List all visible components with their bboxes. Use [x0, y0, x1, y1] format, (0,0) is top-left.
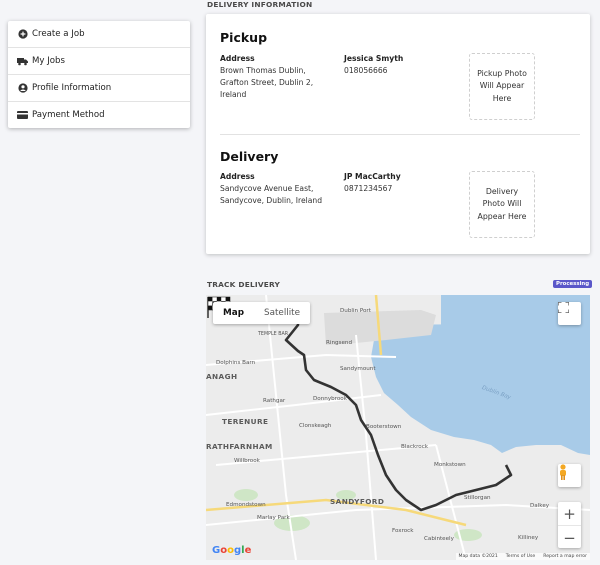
delivery-photo-placeholder: Delivery Photo Will Appear Here — [469, 171, 535, 238]
map-type-toggle: Map Satellite — [213, 302, 311, 324]
map-label-ringsend: Ringsend — [326, 340, 352, 346]
map-label-blackrock: Blackrock — [401, 444, 429, 450]
delivery-heading: Delivery — [220, 149, 279, 164]
map-label-temple-bar: TEMPLE BAR — [258, 332, 289, 337]
sidebar-item-my-jobs[interactable]: My Jobs — [8, 48, 190, 75]
zoom-controls: + − — [558, 502, 581, 548]
delivery-information-title: DELIVERY INFORMATION — [207, 0, 313, 9]
fullscreen-button[interactable] — [558, 302, 581, 325]
zoom-out-button[interactable]: − — [558, 526, 581, 549]
map-label-booterstown: Booterstown — [366, 424, 402, 430]
map-label-terenure: TERENURE — [222, 417, 269, 426]
tracking-map[interactable]: Dublin Port Ringsend Sandymount Dolphins… — [206, 295, 590, 560]
sidebar-item-label: Profile Information — [32, 83, 112, 93]
map-type-map-button[interactable]: Map — [213, 302, 254, 324]
sidebar-menu: Create a Job My Jobs Profile Information… — [8, 21, 190, 128]
map-label-willbrook: Willbrook — [234, 458, 260, 464]
map-label-ranelagh: ANAGH — [206, 372, 238, 381]
terms-of-use-link[interactable]: Terms of Use — [506, 554, 535, 559]
truck-icon — [17, 56, 28, 67]
delivery-information-card: Pickup Address Brown Thomas Dublin, Graf… — [206, 14, 590, 254]
pickup-heading: Pickup — [220, 30, 268, 45]
map-label-sandymount: Sandymount — [340, 366, 376, 372]
track-delivery-title: TRACK DELIVERY — [207, 280, 281, 289]
map-type-satellite-button[interactable]: Satellite — [254, 302, 310, 324]
pegman-icon — [560, 464, 566, 480]
report-map-error-link[interactable]: Report a map error — [543, 554, 587, 559]
map-label-dolphins-barn: Dolphins Barn — [216, 360, 256, 366]
section-divider — [220, 134, 580, 135]
map-label-foxrock: Foxrock — [392, 528, 414, 534]
map-label-cabinteely: Cabinteely — [424, 536, 454, 542]
credit-card-icon — [17, 110, 28, 121]
delivery-address: Sandycove Avenue East, Sandycove, Dublin… — [220, 184, 323, 205]
user-circle-icon — [17, 83, 28, 94]
sidebar-item-label: My Jobs — [32, 56, 65, 66]
plus-circle-icon — [17, 29, 28, 40]
map-label-edmondstown: Edmondstown — [226, 502, 266, 508]
map-label-marlay-park: Marlay Park — [257, 515, 290, 521]
pickup-contact-name: Jessica Smyth — [344, 54, 404, 63]
delivery-contact-phone: 0871234567 — [344, 184, 393, 193]
fullscreen-icon — [558, 302, 569, 313]
sidebar-item-create-job[interactable]: Create a Job — [8, 21, 190, 48]
sidebar-item-label: Create a Job — [32, 29, 85, 39]
delivery-address-label: Address — [220, 172, 255, 181]
sidebar-item-payment-method[interactable]: Payment Method — [8, 102, 190, 128]
map-label-rathgar: Rathgar — [263, 398, 286, 404]
delivery-contact-name: JP MacCarthy — [344, 172, 401, 181]
pickup-address-label: Address — [220, 54, 255, 63]
sidebar-item-label: Payment Method — [32, 110, 105, 120]
map-attribution: Map data ©2021 Terms of Use Report a map… — [455, 553, 590, 560]
map-data-credit: Map data ©2021 — [458, 554, 498, 559]
zoom-in-button[interactable]: + — [558, 502, 581, 525]
map-label-sandyford: SANDYFORD — [330, 497, 385, 506]
map-label-dalkey: Dalkey — [530, 503, 550, 509]
pickup-contact-phone: 018056666 — [344, 66, 388, 75]
pickup-address: Brown Thomas Dublin, Grafton Street, Dub… — [220, 66, 314, 99]
map-label-dublin-port: Dublin Port — [340, 308, 371, 314]
google-logo: Google — [212, 545, 252, 556]
map-label-clonskeagh: Clonskeagh — [299, 423, 332, 429]
map-label-donnybrook: Donnybrook — [313, 396, 347, 402]
map-label-killiney: Killiney — [518, 535, 539, 541]
sidebar-item-profile-information[interactable]: Profile Information — [8, 75, 190, 102]
status-badge: Processing — [553, 280, 593, 288]
map-label-rathfarnham: RATHFARNHAM — [206, 442, 273, 451]
street-view-pegman-button[interactable] — [558, 464, 581, 487]
map-label-stillorgan: Stillorgan — [464, 495, 491, 501]
map-label-monkstown: Monkstown — [434, 462, 466, 468]
pickup-photo-placeholder: Pickup Photo Will Appear Here — [469, 53, 535, 120]
